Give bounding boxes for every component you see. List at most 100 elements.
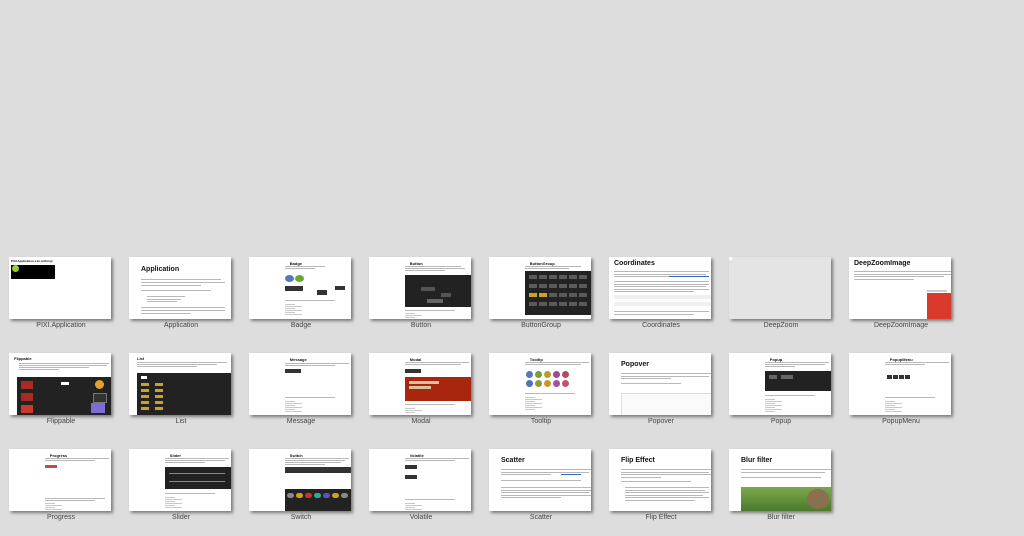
code-block — [614, 302, 711, 306]
tile-flip-effect[interactable]: Flip Effect Flip Effect — [609, 449, 713, 521]
list-item — [155, 401, 163, 404]
button-shape — [285, 369, 301, 373]
tile-deepzoomimage[interactable]: DeepZoomImage DeepZoomImage — [849, 257, 953, 329]
tile-modal[interactable]: Modal Modal — [369, 353, 473, 425]
tile-thumbnail[interactable]: Message — [249, 353, 351, 415]
code-line — [165, 505, 175, 506]
tile-coordinates[interactable]: Coordinates Coordinates — [609, 257, 713, 329]
card — [91, 403, 105, 413]
tile-popupmenu[interactable]: PopupMenu PopupMenu — [849, 353, 953, 425]
tile-tooltip[interactable]: Tooltip Tooltip — [489, 353, 593, 425]
tile-scatter[interactable]: Scatter Scatter — [489, 449, 593, 521]
tile-thumbnail[interactable]: Coordinates — [609, 257, 711, 319]
text-line — [501, 487, 591, 488]
tile-thumbnail[interactable]: Modal — [369, 353, 471, 415]
tile-application[interactable]: Application Application — [129, 257, 233, 329]
tile-progress[interactable]: Progress Progress — [9, 449, 113, 521]
tile-caption: DeepZoomImage — [873, 322, 929, 329]
code-line — [525, 407, 542, 408]
tile-caption: Modal — [411, 418, 431, 425]
code-line — [45, 503, 55, 504]
text-line — [621, 383, 681, 384]
text-line — [501, 494, 591, 496]
text-line — [19, 365, 107, 366]
tile-list[interactable]: List List — [129, 353, 233, 425]
text-line — [525, 266, 581, 267]
tile-thumbnail[interactable]: Volatile — [369, 449, 471, 511]
tile-thumbnail[interactable]: Tooltip — [489, 353, 591, 415]
tile-thumbnail[interactable]: Popup — [729, 353, 831, 415]
text-line — [614, 271, 709, 272]
text-line — [765, 366, 795, 367]
tile-thumbnail[interactable]: Progress — [9, 449, 111, 511]
list-item — [155, 389, 163, 392]
tile-badge[interactable]: Badge Badge — [249, 257, 353, 329]
text-line — [621, 481, 691, 482]
text-line — [525, 362, 589, 363]
tile-message[interactable]: Message Message — [249, 353, 353, 425]
tile-thumbnail[interactable]: Popover — [609, 353, 711, 415]
circle-shape — [544, 371, 551, 378]
tile-volatile[interactable]: Volatile Volatile — [369, 449, 473, 521]
card — [21, 393, 33, 401]
text-line — [614, 311, 709, 312]
tile-thumbnail[interactable]: Switch — [249, 449, 351, 511]
text-line — [147, 301, 177, 302]
card — [93, 393, 107, 403]
tile-thumbnail[interactable]: Scatter — [489, 449, 591, 511]
tile-switch[interactable]: Switch Switch — [249, 449, 353, 521]
button-shape — [421, 287, 435, 291]
tile-blur-filter[interactable]: Blur filter Blur filter — [729, 449, 833, 521]
text-line — [625, 487, 709, 488]
circle-shape — [553, 380, 560, 387]
link-line — [669, 276, 709, 277]
text-line — [405, 266, 461, 267]
tile-popover[interactable]: Popover Popover — [609, 353, 713, 425]
tile-thumbnail[interactable]: PopupMenu — [849, 353, 951, 415]
tile-deepzoom[interactable]: DeepZoom — [729, 257, 833, 329]
text-line — [885, 364, 925, 365]
code-block — [614, 295, 711, 299]
code-line — [765, 401, 782, 402]
code-block — [285, 467, 351, 473]
text-line — [285, 300, 335, 301]
tile-thumbnail[interactable]: Badge — [249, 257, 351, 319]
tile-pixi-application[interactable]: PIXI.Application e1n nothing! PIXI.Applic… — [9, 257, 113, 329]
tile-thumbnail[interactable]: Blur filter — [729, 449, 831, 511]
tile-thumbnail[interactable]: List — [129, 353, 231, 415]
text-line — [625, 489, 705, 491]
corner — [729, 257, 732, 260]
button-shape — [559, 302, 567, 306]
circle-shape — [562, 371, 569, 378]
tile-popup[interactable]: Popup Popup — [729, 353, 833, 425]
tile-button[interactable]: Button Button — [369, 257, 473, 329]
code-line — [885, 403, 902, 404]
tile-thumbnail[interactable]: DeepZoomImage — [849, 257, 951, 319]
tile-flippable[interactable]: Flippable Flippable — [9, 353, 113, 425]
code-line — [285, 411, 302, 412]
tile-thumbnail[interactable]: Application — [129, 257, 231, 319]
modal-text — [409, 381, 439, 384]
code-line — [405, 503, 415, 504]
circle-shape — [544, 380, 551, 387]
text-line — [405, 364, 461, 365]
text-line — [501, 480, 581, 481]
tile-slider[interactable]: Slider Slider — [129, 449, 233, 521]
code-line — [765, 403, 775, 404]
code-line — [525, 405, 535, 406]
tile-thumbnail[interactable]: Slider — [129, 449, 231, 511]
tile-thumbnail[interactable]: Button — [369, 257, 471, 319]
text-line — [501, 492, 589, 493]
tile-caption: Tooltip — [530, 418, 552, 425]
tile-buttongroup[interactable]: ButtonGroup ButtonGroup — [489, 257, 593, 329]
text-line — [405, 270, 445, 271]
text-line — [141, 282, 225, 283]
button-shape — [559, 275, 567, 279]
tile-thumbnail[interactable]: PIXI.Application e1n nothing! — [9, 257, 111, 319]
canvas — [137, 373, 231, 415]
badge-box — [317, 290, 327, 295]
tile-thumbnail[interactable]: Flippable — [9, 353, 111, 415]
tile-thumbnail[interactable] — [729, 257, 831, 319]
tile-thumbnail[interactable]: ButtonGroup — [489, 257, 591, 319]
tile-thumbnail[interactable]: Flip Effect — [609, 449, 711, 511]
